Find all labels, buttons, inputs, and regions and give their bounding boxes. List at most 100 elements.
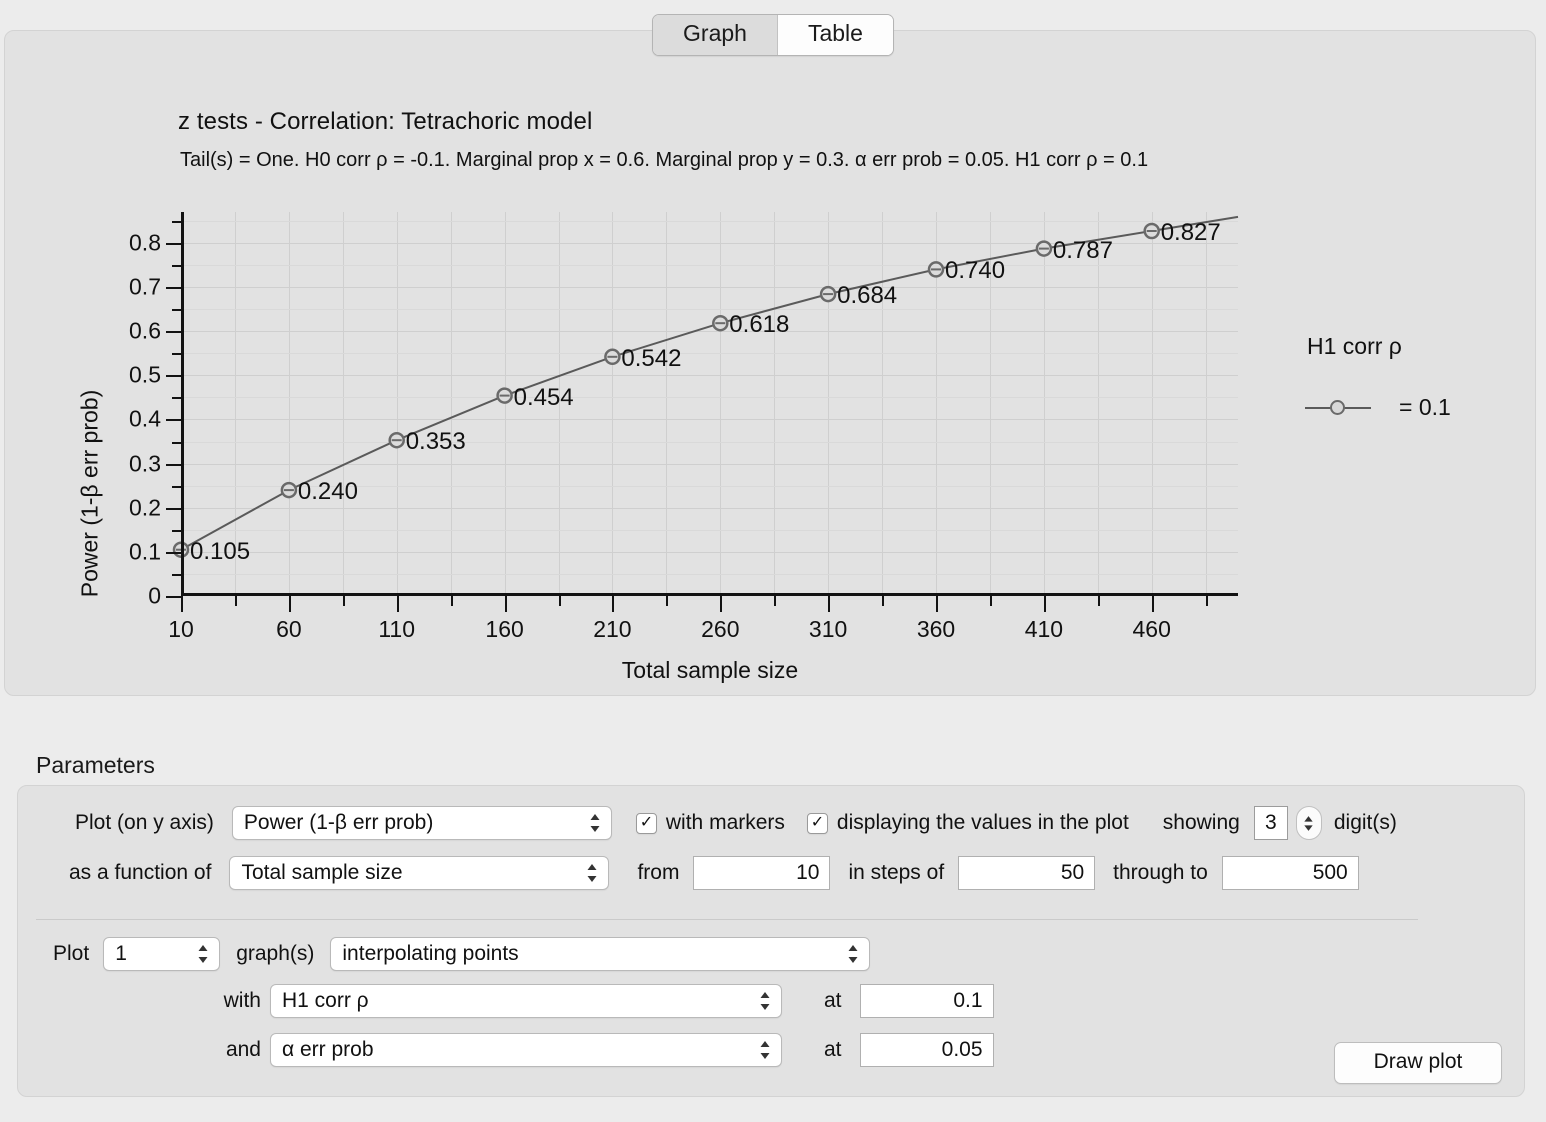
y-tick: [172, 441, 182, 444]
graph-count-select[interactable]: 1: [103, 937, 221, 971]
tab-table[interactable]: Table: [776, 15, 893, 56]
plot-y-axis-label: Plot (on y axis): [75, 811, 214, 834]
plot-count-label: Plot: [53, 942, 90, 965]
legend-entry: = 0.1: [1305, 394, 1451, 421]
through-input[interactable]: 500: [1221, 856, 1359, 890]
x-tick: [1205, 596, 1208, 606]
x-tick-label: 260: [701, 616, 740, 642]
digits-input[interactable]: 3: [1253, 806, 1288, 840]
legend-line-swatch: [1305, 399, 1371, 415]
power-curve: [172, 215, 1239, 558]
draw-plot-button[interactable]: Draw plot: [1334, 1042, 1502, 1084]
through-value: 500: [1312, 861, 1348, 884]
x-axis-select[interactable]: Total sample size: [229, 856, 610, 890]
data-point-label: 0.542: [621, 344, 682, 372]
from-input[interactable]: 10: [693, 856, 831, 890]
x-tick: [989, 596, 992, 606]
x-tick: [558, 596, 561, 606]
x-tick: [720, 596, 723, 612]
y-tick: [166, 596, 182, 598]
graph-count-row: Plot 1 graph(s) interpolating points: [53, 937, 871, 971]
param1-row: with H1 corr ρ at 0.1: [203, 984, 994, 1018]
x-tick-label: 160: [485, 616, 524, 642]
y-tick: [172, 309, 182, 312]
param2-select-value: α err prob: [282, 1038, 374, 1061]
param1-value-input[interactable]: 0.1: [859, 984, 994, 1018]
x-tick: [234, 596, 237, 606]
x-axis-line: [181, 593, 1238, 596]
steps-label: in steps of: [848, 861, 945, 884]
y-tick: [172, 573, 182, 576]
digits-value: 3: [1265, 811, 1277, 834]
y-tick-label: 0.6: [129, 317, 161, 344]
x-tick-label: 60: [276, 616, 302, 642]
tab-graph[interactable]: Graph: [653, 15, 777, 56]
view-tabbar: Graph Table: [0, 14, 1546, 57]
checkmark-icon: ✓: [810, 814, 825, 831]
y-tick: [166, 419, 182, 422]
graph-style-select[interactable]: interpolating points: [330, 937, 871, 971]
showing-label: showing: [1162, 811, 1240, 834]
x-tick-label: 210: [593, 616, 632, 642]
graphs-label: graph(s): [236, 942, 315, 965]
y-tick-label: 0.7: [129, 273, 161, 300]
with-label: with: [223, 989, 261, 1012]
y-tick: [166, 331, 182, 334]
y-tick: [166, 287, 182, 289]
x-axis-select-value: Total sample size: [241, 861, 403, 884]
data-point-label: 0.454: [513, 383, 574, 411]
parameters-section-label: Parameters: [36, 752, 155, 778]
x-tick: [450, 596, 453, 606]
y-axis-title: Power (1-β err prob): [76, 389, 103, 598]
stepper-arrows-icon: [1304, 815, 1314, 831]
function-of-label: as a function of: [69, 861, 212, 884]
x-tick: [1043, 596, 1046, 612]
x-tick-label: 10: [168, 616, 194, 642]
plot-y-axis-select[interactable]: Power (1-β err prob): [231, 806, 612, 840]
display-values-label: displaying the values in the plot: [836, 811, 1129, 834]
param2-value: 0.05: [941, 1038, 983, 1061]
param2-value-input[interactable]: 0.05: [859, 1033, 994, 1067]
param1-select[interactable]: H1 corr ρ: [270, 984, 782, 1018]
y-tick: [166, 507, 182, 510]
chevron-updown-icon: [759, 1039, 771, 1061]
digits-stepper[interactable]: [1295, 806, 1322, 840]
display-values-checkbox[interactable]: ✓: [806, 812, 828, 834]
checkmark-icon: ✓: [639, 814, 654, 831]
y-tick: [172, 265, 182, 267]
y-tick: [172, 529, 182, 532]
chevron-updown-icon: [197, 943, 209, 965]
chevron-updown-icon: [589, 812, 601, 834]
steps-value: 50: [1060, 861, 1085, 884]
data-point-label: 0.353: [405, 428, 466, 456]
param2-select[interactable]: α err prob: [270, 1033, 782, 1067]
x-axis-title: Total sample size: [621, 657, 799, 683]
chevron-updown-icon: [759, 990, 771, 1012]
graph-style-value: interpolating points: [342, 942, 519, 965]
data-point-label: 0.105: [190, 537, 251, 565]
x-tick-label: 110: [378, 616, 416, 642]
data-point-label: 0.618: [729, 311, 790, 339]
steps-input[interactable]: 50: [958, 856, 1096, 890]
legend-marker-icon: [1330, 399, 1345, 415]
x-tick: [666, 596, 669, 606]
tab-group: Graph Table: [652, 14, 894, 57]
app-root: Graph Table z tests - Correlation: Tetra…: [0, 0, 1546, 1122]
y-tick-label: 0.5: [129, 361, 161, 388]
from-label: from: [637, 861, 680, 884]
with-markers-checkbox[interactable]: ✓: [635, 812, 657, 834]
chart-title: z tests - Correlation: Tetrachoric model: [178, 108, 593, 135]
y-tick: [166, 463, 182, 466]
x-tick: [774, 596, 777, 606]
digits-label: digit(s): [1333, 811, 1397, 834]
data-point-label: 0.240: [297, 478, 358, 506]
data-point-label: 0.787: [1052, 236, 1113, 264]
x-tick: [1097, 596, 1100, 606]
parameters-divider: [36, 919, 1418, 920]
param2-at-label: at: [824, 1038, 842, 1061]
x-tick: [396, 596, 399, 612]
with-markers-label: with markers: [665, 811, 785, 834]
legend-title: H1 corr ρ: [1307, 333, 1402, 359]
data-point-label: 0.684: [837, 282, 898, 310]
param2-row: and α err prob at 0.05: [203, 1033, 994, 1067]
